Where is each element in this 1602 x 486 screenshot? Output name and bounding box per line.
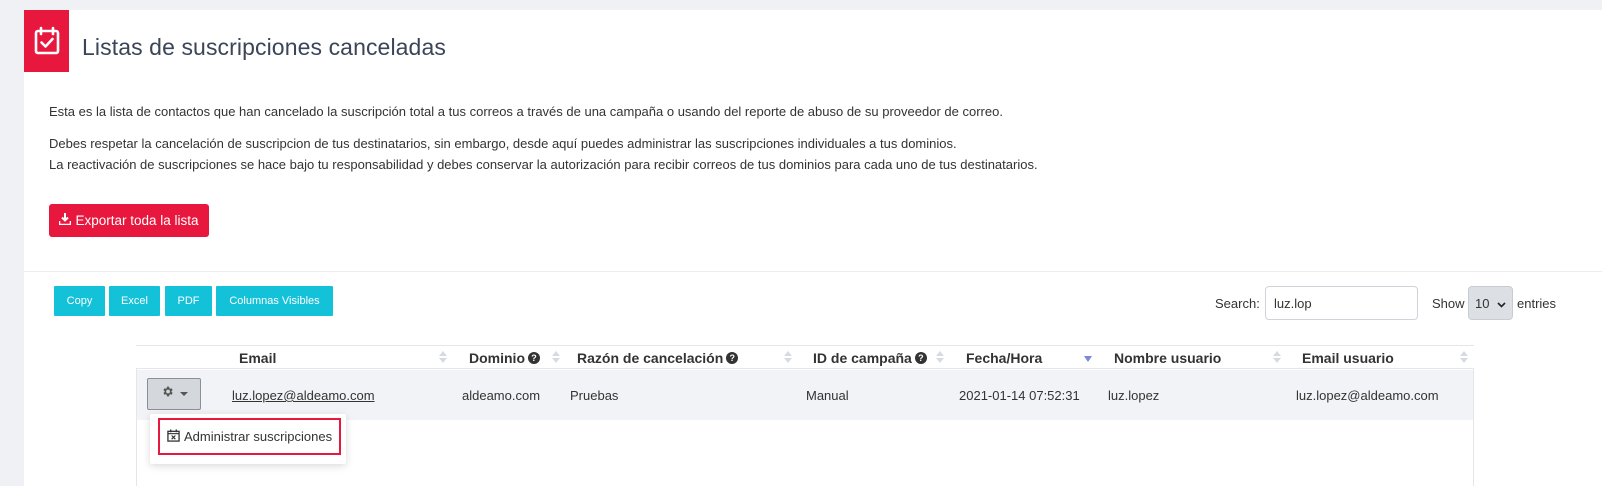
page-size-value: 10	[1475, 295, 1490, 311]
page-title: Listas de suscripciones canceladas	[82, 34, 446, 60]
copy-button[interactable]: Copy	[54, 286, 105, 316]
column-header-campana[interactable]: ID de campaña?	[813, 350, 927, 366]
show-label: Show	[1432, 296, 1465, 311]
sort-icon[interactable]	[936, 351, 944, 365]
row-dominio: aldeamo.com	[462, 388, 541, 403]
description-text: La reactivación de suscripciones se hace…	[49, 157, 1038, 172]
row-nombre-usuario: luz.lopez	[1108, 388, 1160, 403]
row-actions-button[interactable]	[147, 378, 201, 410]
table-header: Email Dominio? Razón de cancelación? ID …	[136, 345, 1474, 369]
row-email-usuario: luz.lopez@aldeamo.com	[1296, 388, 1439, 403]
visible-columns-button[interactable]: Columnas Visibles	[216, 286, 333, 316]
row-email-link[interactable]: luz.lopez@aldeamo.com	[232, 388, 375, 403]
sort-icon[interactable]	[439, 351, 447, 365]
search-input[interactable]	[1265, 286, 1418, 320]
column-header-dominio[interactable]: Dominio?	[469, 350, 540, 366]
section-divider	[24, 271, 1602, 272]
sort-icon[interactable]	[552, 351, 560, 365]
page-size-select[interactable]: 10	[1468, 286, 1513, 320]
search-label: Search:	[1215, 296, 1260, 311]
row-razon: Pruebas	[570, 388, 619, 403]
sort-desc-icon[interactable]	[1084, 356, 1092, 362]
chevron-down-icon	[1497, 296, 1506, 311]
help-icon[interactable]: ?	[914, 352, 927, 364]
column-header-razon[interactable]: Razón de cancelación?	[577, 350, 739, 366]
sort-icon[interactable]	[1273, 351, 1281, 365]
manage-subscriptions-menu-item[interactable]: Administrar suscripciones	[158, 418, 341, 455]
caret-down-icon	[179, 392, 188, 396]
export-list-button[interactable]: Exportar toda la lista	[49, 204, 209, 237]
column-header-email[interactable]: Email	[239, 350, 276, 366]
description-text: Esta es la lista de contactos que han ca…	[49, 104, 1003, 119]
calendar-check-icon	[24, 10, 69, 72]
help-icon[interactable]: ?	[726, 352, 739, 364]
help-icon[interactable]: ?	[528, 352, 540, 364]
menu-item-label: Administrar suscripciones	[184, 429, 333, 444]
row-campana: Manual	[806, 388, 849, 403]
export-button-label: Exportar toda la lista	[75, 213, 199, 228]
gear-icon	[161, 385, 174, 403]
sort-icon[interactable]	[1460, 351, 1468, 365]
sort-icon[interactable]	[784, 351, 792, 365]
entries-label: entries	[1517, 296, 1557, 311]
column-header-fecha[interactable]: Fecha/Hora	[966, 350, 1042, 366]
description-text: Debes respetar la cancelación de suscrip…	[49, 136, 957, 151]
excel-button[interactable]: Excel	[109, 286, 160, 316]
column-header-email-usuario[interactable]: Email usuario	[1302, 350, 1394, 366]
column-header-nombre-usuario[interactable]: Nombre usuario	[1114, 350, 1221, 366]
calendar-x-icon	[167, 428, 180, 445]
pdf-button[interactable]: PDF	[165, 286, 212, 316]
row-fecha: 2021-01-14 07:52:31	[959, 388, 1080, 403]
download-icon	[59, 213, 72, 228]
